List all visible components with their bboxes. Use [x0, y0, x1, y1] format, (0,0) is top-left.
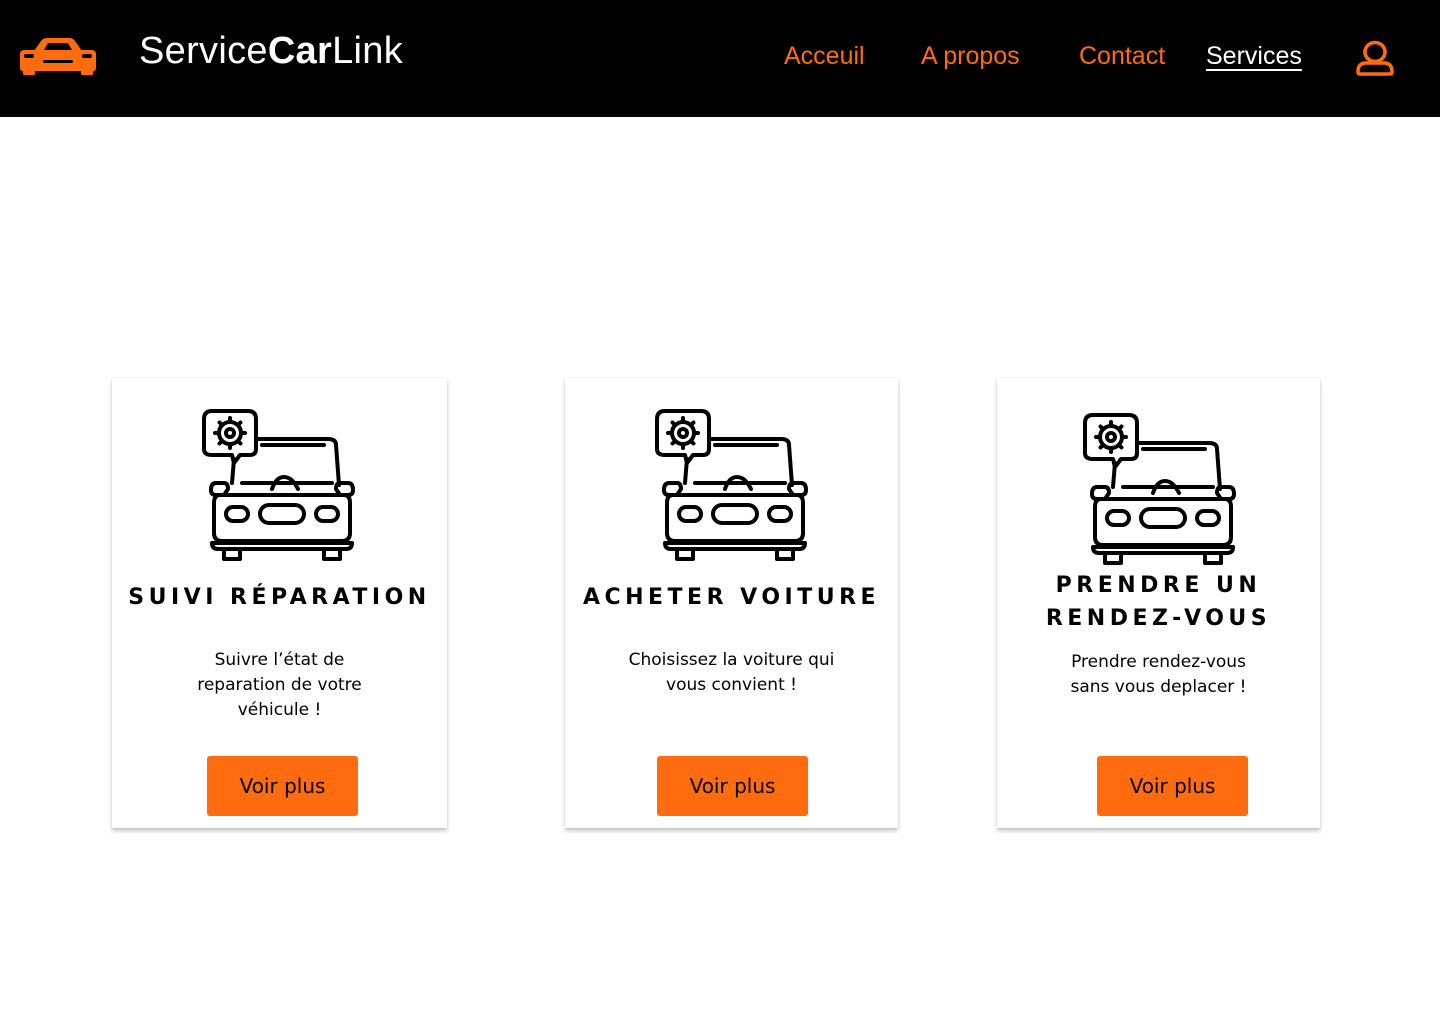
- service-card-acheter-voiture: ACHETER VOITURE Choisissez la voiture qu…: [565, 378, 898, 828]
- voir-plus-button[interactable]: Voir plus: [1097, 756, 1248, 816]
- user-icon[interactable]: [1355, 40, 1395, 76]
- car-repair-icon: [655, 409, 815, 561]
- nav-link-contact[interactable]: Contact: [1079, 42, 1165, 71]
- nav-link-services[interactable]: Services: [1206, 42, 1302, 71]
- card-title-line: RENDEZ-VOUS: [1045, 606, 1272, 631]
- card-description: Suivre l’état de reparation de votre véh…: [112, 648, 447, 723]
- voir-plus-button[interactable]: Voir plus: [207, 756, 358, 816]
- voir-plus-button[interactable]: Voir plus: [657, 756, 808, 816]
- card-description-line: Suivre l’état de: [214, 650, 345, 670]
- card-description-line: véhicule !: [237, 700, 322, 720]
- card-description: Choisissez la voiture qui vous convient …: [565, 648, 898, 698]
- card-title: PRENDRE UN RENDEZ-VOUS: [997, 569, 1320, 635]
- card-description-line: vous convient !: [666, 675, 797, 695]
- card-description-line: sans vous deplacer !: [1070, 677, 1247, 697]
- car-repair-icon: [1083, 413, 1243, 565]
- brand-logo-text[interactable]: ServiceCarLink: [139, 30, 403, 73]
- brand-bold: Car: [267, 30, 333, 72]
- car-icon: [20, 38, 96, 75]
- card-description-line: reparation de votre: [197, 675, 362, 695]
- brand-prefix: Service: [139, 30, 268, 72]
- card-description-line: Choisissez la voiture qui: [628, 650, 835, 670]
- service-card-prendre-rendez-vous: PRENDRE UN RENDEZ-VOUS Prendre rendez-vo…: [997, 378, 1320, 828]
- brand-suffix: Link: [332, 30, 403, 72]
- car-repair-icon: [202, 409, 362, 561]
- header: ServiceCarLink Acceuil A propos Contact …: [0, 0, 1440, 117]
- card-description: Prendre rendez-vous sans vous deplacer !: [997, 650, 1320, 700]
- nav-link-a-propos[interactable]: A propos: [921, 42, 1020, 71]
- card-title: ACHETER VOITURE: [582, 585, 881, 610]
- service-card-suivi-reparation: SUIVI RÉPARATION Suivre l’état de repara…: [112, 378, 447, 828]
- card-description-line: Prendre rendez-vous: [1071, 652, 1246, 672]
- card-title: SUIVI RÉPARATION: [128, 585, 431, 610]
- card-title-line: PRENDRE UN: [1055, 573, 1262, 598]
- nav-link-acceuil[interactable]: Acceuil: [784, 42, 865, 71]
